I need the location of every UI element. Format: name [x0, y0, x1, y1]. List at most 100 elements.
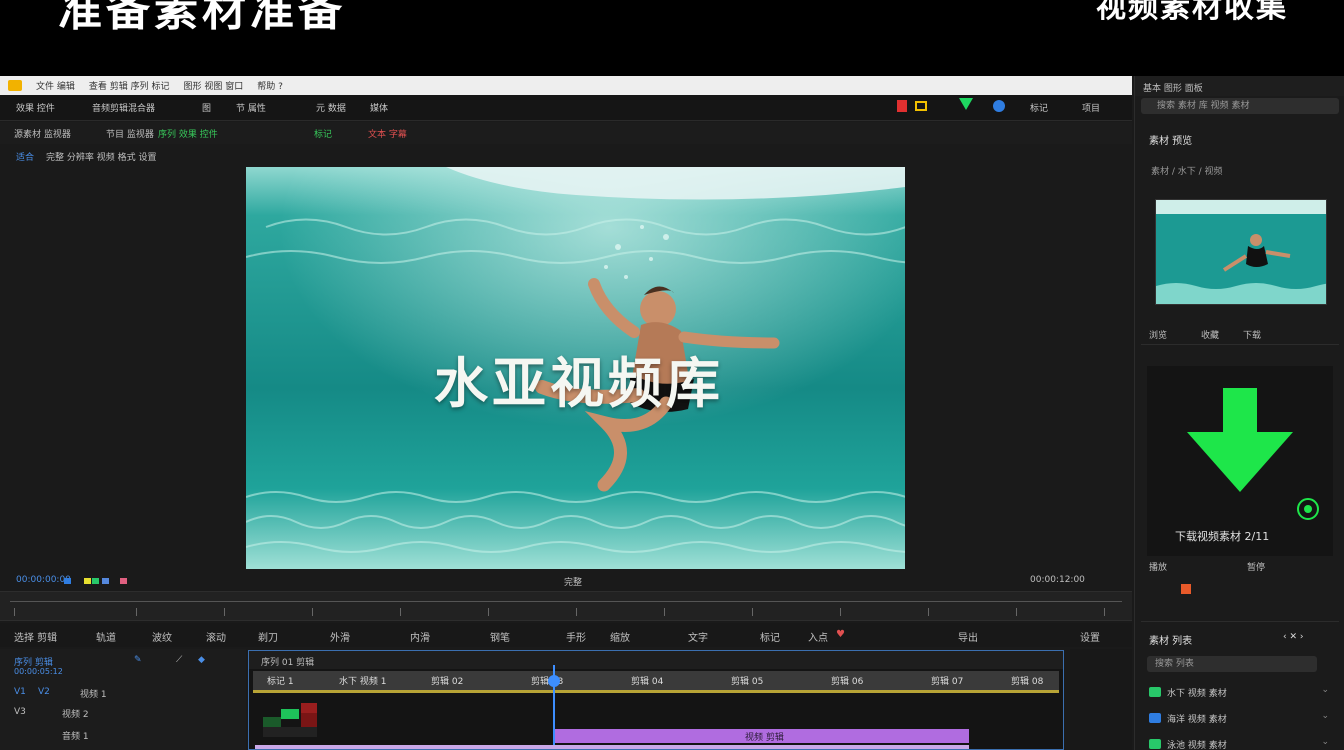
tool-settings[interactable]: 设置	[1080, 629, 1100, 644]
zoom-dropdown[interactable]: 完整	[564, 575, 582, 588]
program-monitor-viewer[interactable]: 水亚视频库	[246, 167, 905, 569]
record-icon[interactable]	[897, 100, 907, 112]
status-ring-icon[interactable]	[1297, 498, 1319, 520]
list-item[interactable]: 泳池 视频 素材 ⌄	[1149, 736, 1329, 750]
download-arrow-icon	[1223, 388, 1257, 432]
right-panel-title: 基本 图形 面板	[1143, 84, 1203, 94]
thumbnail-image	[1156, 200, 1326, 304]
track-v1[interactable]: V1	[14, 687, 26, 697]
tool-in-point[interactable]: 入点	[808, 629, 828, 644]
source-monitor-tab[interactable]: 源素材 监视器	[14, 127, 71, 140]
audio-meters	[1070, 649, 1132, 750]
download-label[interactable]: 下载视频素材 2/11	[1175, 528, 1269, 544]
chevron-down-icon[interactable]: ⌄	[1321, 711, 1329, 721]
strip-label: 剪辑 04	[631, 677, 664, 687]
tool-rolling[interactable]: 滚动	[206, 629, 226, 644]
app-logo-icon	[8, 80, 22, 91]
heart-icon[interactable]: ♥	[836, 629, 845, 640]
sequence-effects-tab[interactable]: 序列 效果 控件	[158, 127, 218, 140]
color-swatch-orange[interactable]	[1181, 584, 1191, 594]
strip-label: 剪辑 06	[831, 677, 864, 687]
menu-help[interactable]: 帮助 ?	[257, 79, 283, 92]
tool-pen[interactable]: 钢笔	[490, 629, 510, 644]
track-a1-label: 音频 1	[62, 732, 89, 742]
clip-thumb[interactable]	[281, 709, 299, 719]
linked-icon[interactable]: ⟋	[176, 655, 182, 665]
tool-razor[interactable]: 剃刀	[258, 629, 278, 644]
tab-metadata[interactable]: 元 数据	[316, 101, 346, 114]
list-item[interactable]: 海洋 视频 素材 ⌄	[1149, 710, 1329, 726]
divider	[1141, 621, 1339, 622]
strip-label: 剪辑 07	[931, 677, 964, 687]
timeline-panel[interactable]: 序列 01 剪辑 标记 1 水下 视频 1 剪辑 02 剪辑 03 剪辑 04 …	[248, 650, 1064, 750]
tool-hand[interactable]: 手形	[566, 629, 586, 644]
tab-browse[interactable]: 浏览	[1149, 328, 1167, 341]
program-monitor-tab[interactable]: 节目 监视器	[106, 127, 154, 140]
preview-section-title: 素材 预览	[1149, 136, 1193, 147]
clip-thumb[interactable]	[263, 727, 317, 737]
video-clip[interactable]: 视频 剪辑	[555, 729, 969, 743]
tab-audio-mixer[interactable]: 音频剪辑混合器	[92, 101, 155, 114]
snap-icon[interactable]: ✎	[134, 655, 142, 665]
list-item-label: 水下 视频 素材	[1167, 689, 1227, 699]
chevron-down-icon[interactable]: ⌄	[1321, 737, 1329, 747]
clip-thumb[interactable]	[301, 703, 317, 713]
asset-thumbnail[interactable]	[1155, 199, 1327, 305]
download-area[interactable]: 下载视频素材 2/11	[1147, 366, 1333, 556]
color-swatch-green	[92, 578, 99, 584]
captions-tab[interactable]: 文本 字幕	[368, 127, 407, 140]
tool-track-select[interactable]: 轨道	[96, 629, 116, 644]
timeline-marker-strip[interactable]: 标记 1 水下 视频 1 剪辑 02 剪辑 03 剪辑 04 剪辑 05 剪辑 …	[253, 671, 1059, 693]
tool-slip[interactable]: 外滑	[330, 629, 350, 644]
banner-right-text: 视频素材收集	[1096, 0, 1288, 25]
clip-thumb[interactable]	[301, 713, 317, 727]
asset-search-input[interactable]: 搜索 素材 库 视频 素材	[1141, 98, 1339, 114]
tab-properties[interactable]: 节 属性	[236, 101, 266, 114]
sequence-timecode: 00:00:05:12	[14, 667, 63, 676]
folder-icon	[1149, 713, 1161, 723]
pause-button[interactable]: 暂停	[1247, 560, 1265, 573]
marker-add-icon[interactable]: ◆	[198, 655, 205, 665]
tab-favorites[interactable]: 收藏	[1201, 328, 1219, 341]
tab-effect-controls[interactable]: 效果 控件	[16, 101, 55, 114]
fit-dropdown[interactable]: 适合	[16, 150, 34, 163]
tool-type[interactable]: 文字	[688, 629, 708, 644]
tool-zoom[interactable]: 缩放	[610, 629, 630, 644]
color-swatch-pink	[120, 578, 127, 584]
frame-icon[interactable]	[915, 101, 927, 111]
monitor-scrubber-ruler[interactable]	[0, 591, 1132, 621]
chevron-down-icon[interactable]: ⌄	[1321, 685, 1329, 695]
sync-icon[interactable]	[993, 100, 1005, 112]
tab-media[interactable]: 媒体	[370, 101, 388, 114]
menu-graphics[interactable]: 图形 视图 窗口	[183, 79, 243, 92]
audio-clip[interactable]	[255, 745, 969, 749]
play-button[interactable]: 播放	[1149, 560, 1167, 573]
menu-view[interactable]: 查看 剪辑 序列 标记	[89, 79, 170, 92]
ruler-line	[10, 601, 1122, 602]
current-timecode[interactable]: 00:00:00:00	[16, 575, 71, 585]
tab-downloads[interactable]: 下载	[1243, 328, 1261, 341]
tab-project[interactable]: 项目	[1082, 101, 1100, 114]
tab-graph[interactable]: 图	[202, 101, 211, 114]
resolution-settings[interactable]: 完整 分辨率 视频 格式 设置	[46, 150, 156, 163]
markers-tab[interactable]: 标记	[314, 127, 332, 140]
banner-left-text: 准备素材准备	[58, 0, 346, 36]
tool-selection[interactable]: 选择 剪辑	[14, 629, 57, 644]
folder-icon	[1149, 687, 1161, 697]
track-v2[interactable]: V2	[38, 687, 50, 697]
download-arrow-icon[interactable]	[959, 98, 973, 110]
track-v3[interactable]: V3	[14, 707, 26, 717]
list-item-label: 海洋 视频 素材	[1167, 715, 1227, 725]
playhead-handle[interactable]	[548, 675, 560, 687]
tool-marker[interactable]: 标记	[760, 629, 780, 644]
menu-file[interactable]: 文件 编辑	[36, 79, 75, 92]
tool-export[interactable]: 导出	[958, 629, 978, 644]
list-item[interactable]: 水下 视频 素材 ⌄	[1149, 684, 1329, 700]
timeline-sequence-name[interactable]: 序列 01 剪辑	[261, 655, 314, 668]
tool-slide[interactable]: 内滑	[410, 629, 430, 644]
clip-thumb[interactable]	[263, 717, 281, 727]
tab-markers[interactable]: 标记	[1030, 101, 1048, 114]
tool-ripple[interactable]: 波纹	[152, 629, 172, 644]
chevron-left-icon[interactable]: ‹ ✕ ›	[1283, 632, 1303, 642]
list-search-input[interactable]: 搜索 列表	[1147, 656, 1317, 672]
